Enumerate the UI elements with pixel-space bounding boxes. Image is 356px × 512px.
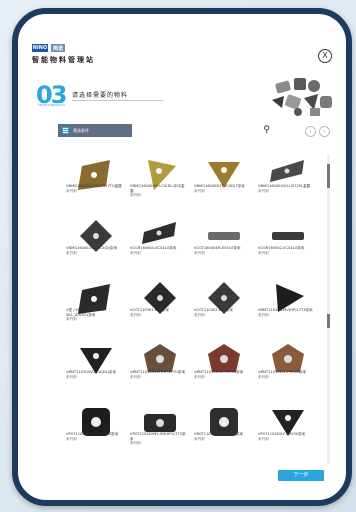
product-state: 未开封 [194,251,205,255]
product-card[interactable] [130,452,190,461]
next-step-button[interactable]: 下一步 [278,470,324,481]
list-toolbar: 筛选条件 ⚲ ‹ › [58,124,330,138]
product-state: 未开封 [194,375,205,379]
product-state: 未开封 [130,251,141,255]
hero-inserts-image [272,78,332,116]
filter-label: 筛选条件 [73,127,89,133]
filter-icon [62,127,69,134]
product-state: 未开封 [258,313,269,317]
scrollbar-thumb[interactable] [327,164,330,188]
insert-image [268,452,308,461]
product-name: VPGT110302LF-PR930奈米 [258,432,306,436]
logo-primary: NINO [32,44,48,52]
product-state: 未开封 [194,313,205,317]
close-button[interactable]: X [318,49,332,63]
product-name: VCGT110301-K10奈米 [130,308,169,312]
product-card[interactable] [66,452,126,461]
product-card[interactable]: VBMT110304-MV(HP)17TU奈米 未开封 [130,342,190,404]
product-card[interactable]: VCGR160402-EC5410奈米 未开封 [258,218,318,280]
product-name: VNMG160404VG-US725L金属 [258,184,311,188]
product-card[interactable]: VBMT110308-MV(HP)17T3奈米 未开封 [258,280,318,342]
product-name: VNMG160408-TF-E(SD)7奈米 [194,184,245,188]
product-name: VCGR160402-EC5410奈米 [258,246,305,250]
product-state: 未开封 [66,317,77,321]
product-state: 未开封 [130,441,141,445]
product-state: 未开封 [66,375,77,379]
step-subtitle: SELECT PRODUCT [38,103,65,107]
product-card[interactable]: VCGT110302-K10奈米 未开封 [194,280,254,342]
prev-page-button[interactable]: ‹ [305,126,316,137]
filter-button[interactable]: 筛选条件 [58,124,132,137]
product-card[interactable]: VNMG160404-SM(GP)17TU金属 未开封 [66,156,126,218]
kiosk-screen-frame: NINO 简诺 智能物料管理站 X 03 SELECT PRODUCT 请选择需… [12,8,352,506]
product-state: 未开封 [194,437,205,441]
step-indicator: 03 SELECT PRODUCT 请选择需要的物料 [36,83,166,110]
product-name: VBMT110308-MV(HP)17T3奈米 [258,308,313,312]
product-name: V型 / VNMM160402W-SK1_AT0301奈米 [66,308,106,317]
product-card[interactable]: VNMG160408-TF-E(SD)7奈米 未开封 [194,156,254,218]
product-card[interactable]: VCGR160404-EC5410奈米 未开封 [130,218,190,280]
product-card[interactable]: VNMG160404VG-US725L金属 未开封 [258,156,318,218]
product-name: VBGT110302LF-MS7TM奈米 [194,432,243,436]
product-name: VNMG160404-SM(GP)17TU金属 [66,184,122,188]
product-state: 未开封 [66,189,77,193]
product-card[interactable]: VBMT110302LF-PR930奈米 未开封 [258,342,318,404]
product-state: 未开封 [258,251,269,255]
app-title: 智能物料管理站 [32,56,95,64]
product-name: VBMT110302MV-PR930奈米 [194,370,244,374]
product-card[interactable]: VBMT110302MV-PR930奈米 未开封 [194,342,254,404]
product-name: VCGT110302-K10奈米 [194,308,233,312]
product-card[interactable] [258,452,318,461]
product-state: 未开封 [194,189,205,193]
insert-image [204,452,244,461]
product-name: VBMT110304-MV(HP)17TU奈米 [130,370,186,374]
product-name: VCGT160404M-E5510奈米 [194,246,241,250]
search-icon[interactable]: ⚲ [263,125,270,135]
product-state: 未开封 [66,437,77,441]
product-state: 未开封 [258,375,269,379]
step-title: 请选择需要的物料 [72,92,129,99]
brand-logo: NINO 简诺 智能物料管理站 [32,44,95,65]
product-card[interactable]: VBMT110304VG-CA(DL)奈米 未开封 [66,342,126,404]
step-divider [72,100,164,101]
product-card[interactable]: VCGT160404M-E5510奈米 未开封 [194,218,254,280]
product-name: VNMG160402VG-EC5(D)奈米 [66,246,118,250]
product-grid: VNMG160404-SM(GP)17TU金属 未开封 VNMG160408VG-C… [66,156,324,461]
product-card[interactable]: VCGT110301-K10奈米 未开封 [130,280,190,342]
product-name: VNMG160408VG-CA(DL)中中金属 [130,184,185,193]
product-card[interactable] [194,452,254,461]
logo-secondary: 简诺 [51,44,65,52]
app-header: NINO 简诺 智能物料管理站 X [32,44,332,74]
insert-image [140,452,180,461]
product-name: VPGT110302MV-SM(HP)17T3奈米 [130,432,186,441]
product-card[interactable]: VNMG160408VG-CA(DL)中中金属 未开封 [130,156,190,218]
product-card[interactable]: VNMG160402VG-EC5(D)奈米 未开封 [66,218,126,280]
product-state: 未开封 [130,313,141,317]
product-card[interactable]: V型 / VNMM160402W-SK1_AT0301奈米 未开封 [66,280,126,342]
insert-image [76,452,116,461]
scrollbar-marker [327,314,330,328]
product-name: VBMT110302LF-PR930奈米 [258,370,307,374]
product-name: VBMT110304VG-CA(DL)奈米 [66,370,117,374]
product-state: 未开封 [66,251,77,255]
product-name: VPGT110302CR/U-PR930奈米 [66,432,119,436]
grid-scrollbar[interactable] [327,154,330,464]
product-state: 未开封 [130,375,141,379]
product-name: VCGR160404-EC5410奈米 [130,246,177,250]
product-state: 未开封 [258,437,269,441]
product-state: 未开封 [258,189,269,193]
product-state: 未开封 [130,193,141,197]
next-page-button[interactable]: › [319,126,330,137]
